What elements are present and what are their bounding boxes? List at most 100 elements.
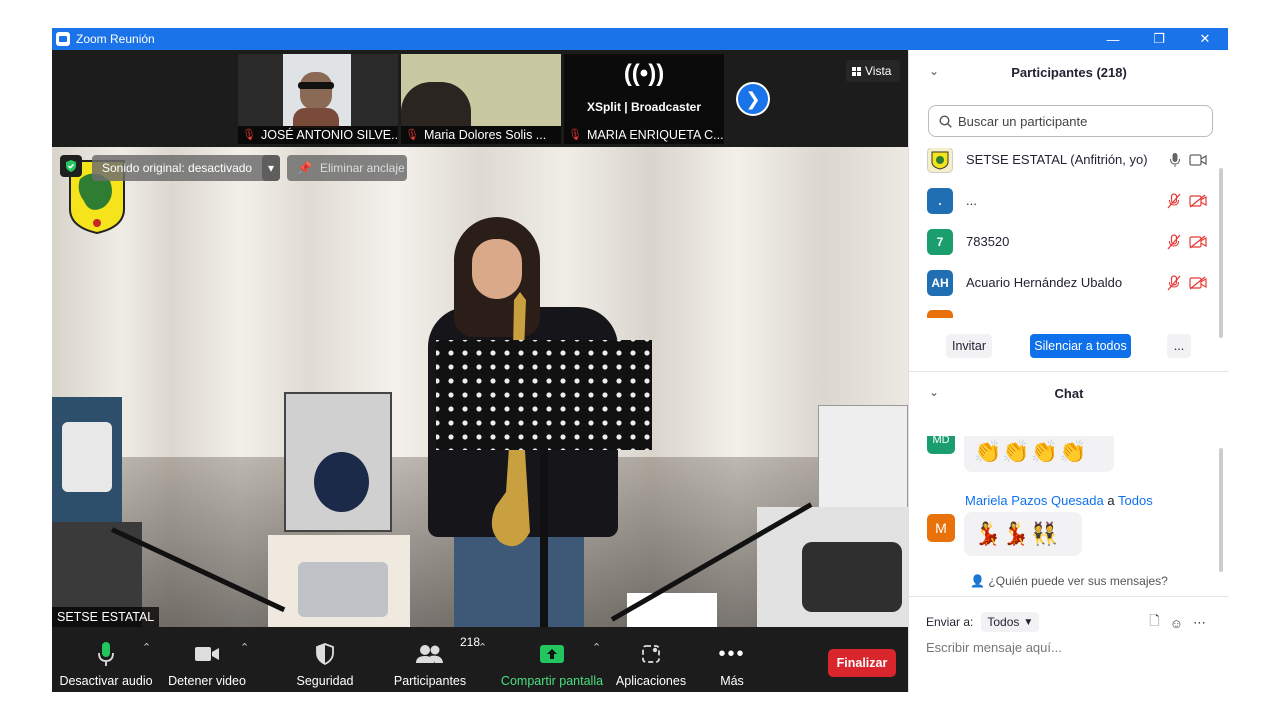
participant-row[interactable]: . ... xyxy=(909,180,1229,221)
minimize-button[interactable]: — xyxy=(1090,28,1136,50)
close-button[interactable]: ✕ xyxy=(1182,28,1228,50)
zoom-window: Zoom Reunión — ❐ ✕ 🎙 JOSÉ ANTONIO SILVE..… xyxy=(52,28,1229,692)
emoji-icon[interactable]: ☺ xyxy=(1170,616,1183,631)
mic-muted-icon xyxy=(1167,274,1181,290)
encryption-shield-icon[interactable] xyxy=(60,155,82,177)
participant-row[interactable]: SETSE ESTATAL (Anfitrión, yo) xyxy=(909,148,1229,180)
security-shield-icon xyxy=(316,643,334,665)
chat-messages: MD 👏👏👏👏 Mariela Pazos Quesada a Todos M … xyxy=(909,436,1229,571)
thumbnail-video[interactable]: 🎙 Maria Dolores Solis ... xyxy=(401,54,561,144)
mic-muted-icon xyxy=(1167,192,1181,208)
apps-icon xyxy=(642,645,660,663)
video-off-icon xyxy=(1189,234,1207,249)
participants-icon xyxy=(416,645,443,663)
participants-title: Participantes (218) xyxy=(1011,64,1127,80)
view-button[interactable]: Vista xyxy=(846,60,900,82)
thumbnail-name: JOSÉ ANTONIO SILVE... xyxy=(260,128,398,142)
pin-icon: 📌 xyxy=(297,161,312,175)
unpin-button[interactable]: 📌 Eliminar anclaje xyxy=(287,155,407,181)
chat-tools: 🗋 ☺ ⋯ xyxy=(1149,612,1206,634)
security-button[interactable]: Seguridad xyxy=(290,627,360,692)
send-to-row: Enviar a: Todos ▼ xyxy=(926,612,1040,632)
broadcaster-brand: XSplit | Broadcaster xyxy=(586,100,702,114)
security-label: Seguridad xyxy=(296,674,354,688)
broadcast-icon: ((•)) xyxy=(623,60,665,87)
recipient-select[interactable]: Todos ▼ xyxy=(981,612,1040,632)
microphone-icon xyxy=(1170,152,1180,167)
participants-header: ⌄ Participantes (218) xyxy=(909,50,1229,94)
avatar: MD xyxy=(927,436,955,454)
file-icon[interactable]: 🗋 xyxy=(1149,612,1159,634)
chat-title: Chat xyxy=(1054,385,1084,401)
more-dots-icon: ••• xyxy=(718,642,746,665)
chat-message: 👏👏👏👏 xyxy=(964,436,1114,472)
stop-video-label: Detener video xyxy=(168,674,246,688)
mute-all-button[interactable]: Silenciar a todos xyxy=(1030,334,1131,358)
active-speaker-name: SETSE ESTATAL xyxy=(52,607,160,627)
participant-name: Acuario Hernández Ubaldo xyxy=(966,275,1123,290)
avatar: AH xyxy=(927,269,953,296)
participants-more-button[interactable]: ... xyxy=(1167,334,1191,358)
collapse-chat-chevron-icon[interactable]: ⌄ xyxy=(929,385,939,399)
next-page-arrow-icon[interactable]: ❯ xyxy=(736,82,770,116)
main-video[interactable]: Sonido original: desactivado ▾ 📌 Elimina… xyxy=(52,147,908,627)
participants-options-caret-icon[interactable]: ⌃ xyxy=(478,641,487,654)
participant-row[interactable]: AH Acuario Hernández Ubaldo xyxy=(909,262,1229,303)
share-screen-icon xyxy=(540,645,564,663)
share-options-caret-icon[interactable]: ⌃ xyxy=(592,641,601,654)
unpin-label: Eliminar anclaje xyxy=(319,161,405,175)
video-camera-icon xyxy=(195,647,219,661)
microphone-icon xyxy=(98,642,114,666)
chat-to-word: a xyxy=(1107,493,1115,508)
thumbnail-video[interactable]: 🎙 JOSÉ ANTONIO SILVE... xyxy=(238,54,398,144)
restore-button[interactable]: ❐ xyxy=(1136,28,1182,50)
who-can-see-link[interactable]: 👤 ¿Quién puede ver sus mensajes? xyxy=(909,574,1229,588)
original-sound-dropdown-icon[interactable]: ▾ xyxy=(262,155,280,181)
video-off-icon xyxy=(1189,193,1207,208)
thumbnail-name: MARIA ENRIQUETA C... xyxy=(586,128,724,142)
chat-scrollbar[interactable] xyxy=(1219,448,1223,572)
more-button[interactable]: ••• Más xyxy=(708,627,756,692)
participant-name: SETSE ESTATAL (Anfitrión, yo) xyxy=(966,152,1148,167)
original-sound-toggle[interactable]: Sonido original: desactivado xyxy=(92,155,280,181)
participant-search-input[interactable]: Buscar un participante xyxy=(928,105,1213,137)
title-bar: Zoom Reunión — ❐ ✕ xyxy=(52,28,1228,50)
share-screen-button[interactable]: Compartir pantalla xyxy=(500,627,604,692)
end-meeting-button[interactable]: Finalizar xyxy=(828,649,896,677)
person-lock-icon: 👤 xyxy=(970,574,986,588)
invite-button[interactable]: Invitar xyxy=(946,334,992,358)
mic-muted-icon: 🎙 xyxy=(405,129,419,141)
participants-list: SETSE ESTATAL (Anfitrión, yo) . ... 7 78… xyxy=(909,148,1229,318)
avatar: 7 xyxy=(927,228,953,255)
stop-video-button[interactable]: Detener video xyxy=(164,627,250,692)
thumbnail-video[interactable]: ((•)) XSplit | Broadcaster 🎙 MARIA ENRIQU… xyxy=(564,54,724,144)
audio-options-caret-icon[interactable]: ⌃ xyxy=(142,641,151,654)
grid-view-icon xyxy=(852,66,861,76)
participants-button[interactable]: 218 Participantes xyxy=(390,627,480,692)
video-off-icon xyxy=(1189,275,1207,290)
window-title: Zoom Reunión xyxy=(76,32,155,46)
who-can-see-label: ¿Quién puede ver sus mensajes? xyxy=(988,574,1168,588)
participant-name: ... xyxy=(966,193,977,208)
chat-recipient: Todos xyxy=(1118,493,1153,508)
apps-label: Aplicaciones xyxy=(615,674,687,688)
participant-row[interactable]: 7 783520 xyxy=(909,221,1229,262)
video-camera-icon xyxy=(1189,153,1207,166)
participant-name: 783520 xyxy=(966,234,1010,249)
more-dots-icon[interactable]: ⋯ xyxy=(1193,615,1206,631)
participants-scrollbar[interactable] xyxy=(1219,168,1223,338)
avatar xyxy=(927,310,953,318)
view-button-label: Vista xyxy=(865,64,892,78)
video-area: 🎙 JOSÉ ANTONIO SILVE... 🎙 Maria Dolores So… xyxy=(52,50,908,692)
thumbnail-name: Maria Dolores Solis ... xyxy=(423,128,547,142)
collapse-participants-chevron-icon[interactable]: ⌄ xyxy=(929,64,939,78)
chat-message-input[interactable]: Escribir mensaje aquí... xyxy=(926,640,1062,655)
participants-actions: Invitar Silenciar a todos ... xyxy=(909,333,1229,363)
apps-button[interactable]: Aplicaciones xyxy=(612,627,690,692)
mic-muted-icon: 🎙 xyxy=(242,129,256,141)
mic-muted-icon: 🎙 xyxy=(568,129,582,141)
mute-audio-button[interactable]: Desactivar audio xyxy=(59,627,153,692)
avatar xyxy=(927,148,953,173)
video-options-caret-icon[interactable]: ⌃ xyxy=(240,641,249,654)
chevron-down-icon: ▼ xyxy=(1023,616,1034,628)
